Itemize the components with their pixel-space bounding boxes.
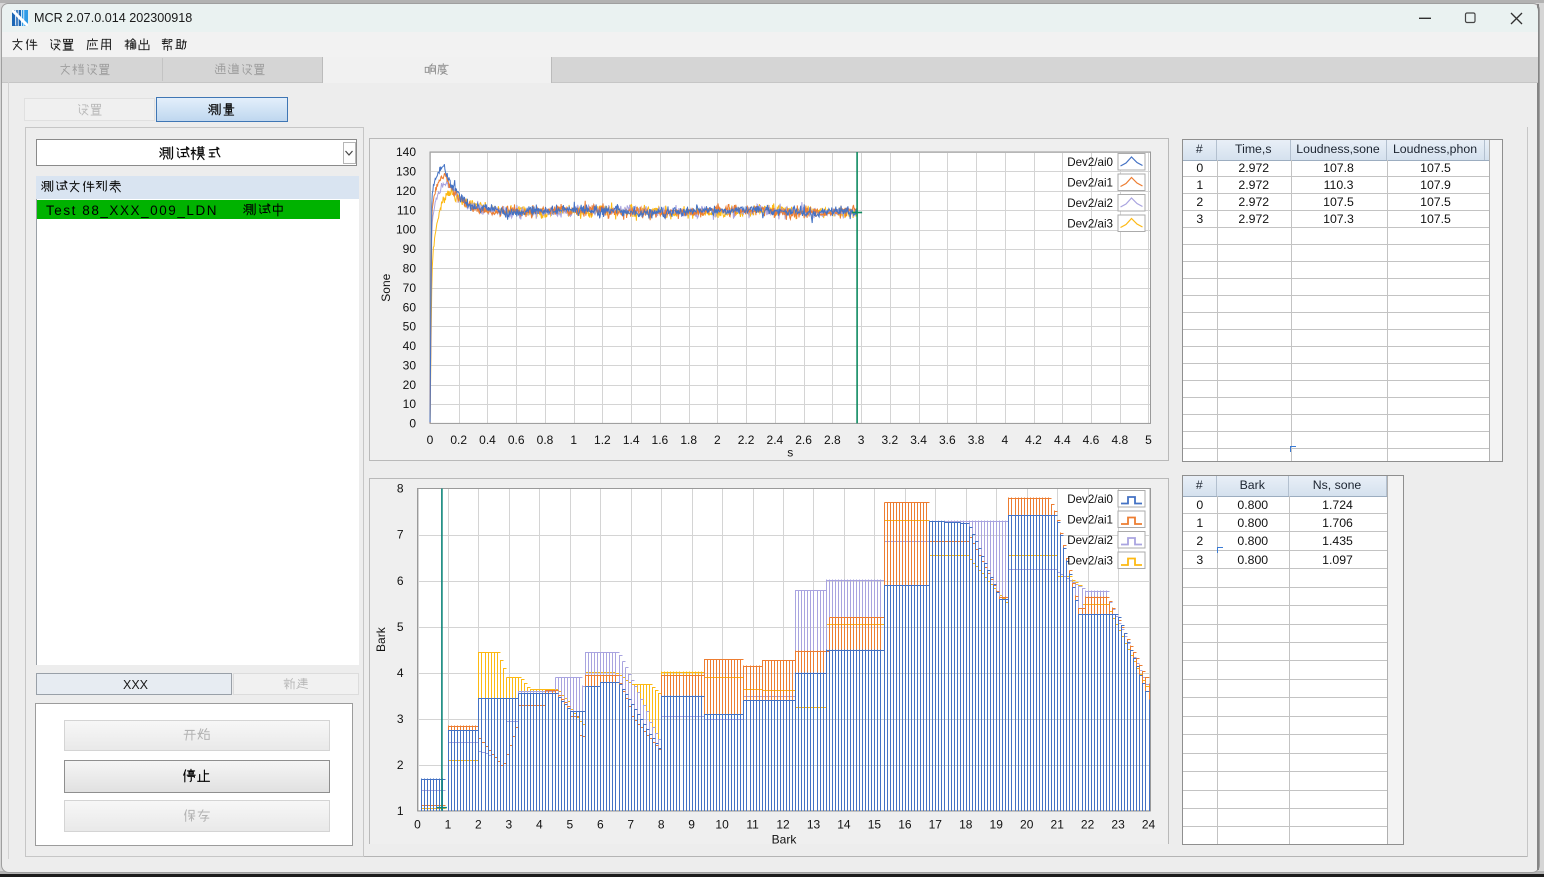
svg-text:5: 5 [1145,433,1152,447]
svg-text:5: 5 [566,817,573,831]
svg-text:1: 1 [570,433,577,447]
svg-text:Bark: Bark [374,626,388,652]
svg-text:130: 130 [395,165,415,179]
svg-text:Dev2/ai1: Dev2/ai1 [1067,176,1113,189]
svg-text:8: 8 [396,481,403,495]
svg-text:80: 80 [402,262,416,276]
svg-text:4: 4 [396,665,403,679]
svg-text:90: 90 [402,242,416,256]
svg-text:10: 10 [715,817,729,831]
svg-text:7: 7 [396,527,403,541]
svg-text:4.2: 4.2 [1025,433,1042,447]
svg-text:Dev2/ai2: Dev2/ai2 [1067,533,1113,546]
svg-text:4: 4 [1001,433,1008,447]
svg-text:1.6: 1.6 [651,433,668,447]
svg-text:3: 3 [505,817,512,831]
svg-text:11: 11 [746,817,759,831]
svg-text:23: 23 [1111,817,1125,831]
svg-text:2.6: 2.6 [795,433,812,447]
svg-text:1.2: 1.2 [594,433,611,447]
svg-text:6: 6 [396,573,403,587]
svg-text:140: 140 [395,145,415,159]
svg-text:3.2: 3.2 [881,433,898,447]
svg-text:0: 0 [414,817,421,831]
svg-text:4: 4 [535,817,542,831]
svg-text:19: 19 [989,817,1003,831]
svg-text:15: 15 [867,817,881,831]
svg-text:20: 20 [1020,817,1034,831]
svg-text:2.8: 2.8 [824,433,841,447]
svg-text:0: 0 [409,417,416,431]
svg-text:1.8: 1.8 [680,433,697,447]
svg-text:1.4: 1.4 [622,433,639,447]
svg-text:2: 2 [475,817,482,831]
svg-text:4.8: 4.8 [1111,433,1128,447]
svg-text:0.4: 0.4 [479,433,496,447]
svg-text:3.6: 3.6 [938,433,955,447]
svg-text:22: 22 [1080,817,1094,831]
svg-text:2: 2 [714,433,721,447]
svg-text:Dev2/ai2: Dev2/ai2 [1067,197,1113,210]
svg-text:5: 5 [396,619,403,633]
svg-text:100: 100 [395,223,415,237]
svg-text:4.6: 4.6 [1082,433,1099,447]
svg-text:60: 60 [402,300,416,314]
svg-text:13: 13 [806,817,820,831]
svg-text:1: 1 [396,804,403,818]
svg-text:3: 3 [396,711,403,725]
svg-text:4.4: 4.4 [1053,433,1070,447]
svg-text:0.2: 0.2 [450,433,467,447]
svg-text:3.4: 3.4 [910,433,927,447]
svg-text:Sone: Sone [379,273,393,301]
svg-text:2.4: 2.4 [766,433,783,447]
svg-text:110: 110 [396,203,415,217]
svg-text:70: 70 [402,281,416,295]
svg-text:30: 30 [402,358,416,372]
svg-text:0.8: 0.8 [536,433,553,447]
svg-text:1: 1 [444,817,451,831]
svg-text:Bark: Bark [771,832,797,844]
svg-text:7: 7 [627,817,634,831]
svg-text:8: 8 [657,817,664,831]
svg-text:6: 6 [596,817,603,831]
svg-text:120: 120 [395,184,415,198]
svg-text:50: 50 [402,320,416,334]
svg-text:2.2: 2.2 [737,433,754,447]
svg-text:9: 9 [688,817,695,831]
svg-text:14: 14 [837,817,851,831]
svg-text:40: 40 [402,339,416,353]
svg-text:0: 0 [426,433,433,447]
svg-text:3.8: 3.8 [967,433,984,447]
svg-text:Dev2/ai3: Dev2/ai3 [1067,554,1113,567]
svg-text:Dev2/ai0: Dev2/ai0 [1067,492,1113,505]
svg-text:2: 2 [396,757,403,771]
svg-text:21: 21 [1050,817,1064,831]
svg-text:12: 12 [776,817,790,831]
svg-text:Dev2/ai1: Dev2/ai1 [1067,513,1113,526]
svg-text:0.6: 0.6 [507,433,524,447]
svg-text:17: 17 [928,817,942,831]
svg-text:20: 20 [402,378,416,392]
svg-text:24: 24 [1141,817,1155,831]
svg-text:3: 3 [857,433,864,447]
svg-text:16: 16 [898,817,912,831]
svg-text:18: 18 [959,817,973,831]
svg-text:Dev2/ai3: Dev2/ai3 [1067,217,1113,230]
svg-text:Dev2/ai0: Dev2/ai0 [1067,156,1113,169]
svg-text:s: s [787,445,793,459]
svg-text:10: 10 [402,397,416,411]
